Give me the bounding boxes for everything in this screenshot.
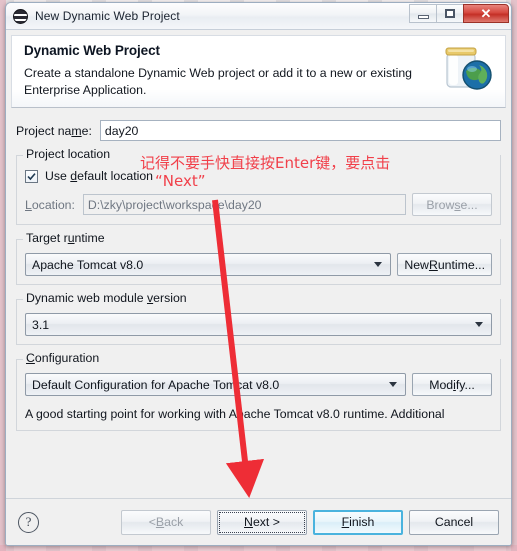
use-default-location-label: Use default location xyxy=(45,169,154,183)
location-label: Location: xyxy=(25,197,75,212)
modify-button[interactable]: Mod i fy... xyxy=(412,373,492,396)
configuration-value: Default Configuration for Apache Tomcat … xyxy=(32,377,280,392)
target-runtime-select[interactable]: Apache Tomcat v8.0 xyxy=(25,253,392,276)
target-runtime-value: Apache Tomcat v8.0 xyxy=(32,257,144,272)
dialog-window: New Dynamic Web Project ✕ Dynamic Web Pr… xyxy=(5,2,512,546)
finish-button[interactable]: Finish xyxy=(313,509,403,535)
form-content: Project name: day20 Project location Use… xyxy=(6,108,511,498)
target-runtime-row: Apache Tomcat v8.0 New Runtime... xyxy=(25,253,492,276)
configuration-legend: Configuration xyxy=(23,351,103,365)
back-button[interactable]: < Back xyxy=(121,509,211,535)
configuration-group: Configuration Default Configuration for … xyxy=(16,351,501,431)
target-runtime-group: Target runtime Apache Tomcat v8.0 New Ru… xyxy=(16,231,501,285)
wizard-buttons: < Back Next > Finish Cancel xyxy=(121,509,499,535)
window-controls: ✕ xyxy=(409,4,509,23)
module-version-select[interactable]: 3.1 xyxy=(25,313,492,336)
configuration-select[interactable]: Default Configuration for Apache Tomcat … xyxy=(25,373,406,396)
location-row: Location: D:\zky\project\workspace\day20… xyxy=(25,193,492,216)
chevron-down-icon xyxy=(475,322,483,327)
next-button[interactable]: Next > xyxy=(217,509,307,535)
target-runtime-legend: Target runtime xyxy=(23,231,108,245)
configuration-row: Default Configuration for Apache Tomcat … xyxy=(25,373,492,396)
wizard-banner: Dynamic Web Project Create a standalone … xyxy=(11,35,506,108)
close-button[interactable]: ✕ xyxy=(463,4,509,23)
eclipse-wizard-icon xyxy=(13,8,28,24)
minimize-button[interactable] xyxy=(409,4,437,23)
banner-title: Dynamic Web Project xyxy=(24,43,160,58)
configuration-description: A good starting point for working with A… xyxy=(25,407,445,421)
restore-button[interactable] xyxy=(436,4,464,23)
new-runtime-button[interactable]: New Runtime... xyxy=(397,253,492,276)
project-location-group: Project location Use default location Lo… xyxy=(16,147,501,225)
dialog-footer: ? < Back Next > Finish Cancel xyxy=(6,498,511,545)
project-name-input[interactable]: day20 xyxy=(99,120,501,141)
use-default-location-row[interactable]: Use default location xyxy=(25,169,492,183)
jar-globe-icon xyxy=(445,47,492,90)
module-version-row: 3.1 xyxy=(25,313,492,336)
help-icon[interactable]: ? xyxy=(18,511,39,533)
module-version-group: Dynamic web module version 3.1 xyxy=(16,291,501,345)
project-location-legend: Project location xyxy=(23,147,114,161)
use-default-location-checkbox[interactable] xyxy=(25,169,38,183)
banner-description: Create a standalone Dynamic Web project … xyxy=(24,66,413,97)
module-version-value: 3.1 xyxy=(32,317,50,332)
chevron-down-icon xyxy=(389,382,397,387)
window-title: New Dynamic Web Project xyxy=(35,9,180,23)
project-name-row: Project name: day20 xyxy=(16,120,501,141)
browse-button[interactable]: Brow s e... xyxy=(412,193,492,216)
location-input[interactable]: D:\zky\project\workspace\day20 xyxy=(82,194,406,215)
chevron-down-icon xyxy=(374,262,383,267)
project-name-label: Project name: xyxy=(16,123,92,138)
module-version-legend: Dynamic web module version xyxy=(23,291,190,305)
cancel-button[interactable]: Cancel xyxy=(409,509,499,535)
title-bar: New Dynamic Web Project ✕ xyxy=(6,3,511,30)
